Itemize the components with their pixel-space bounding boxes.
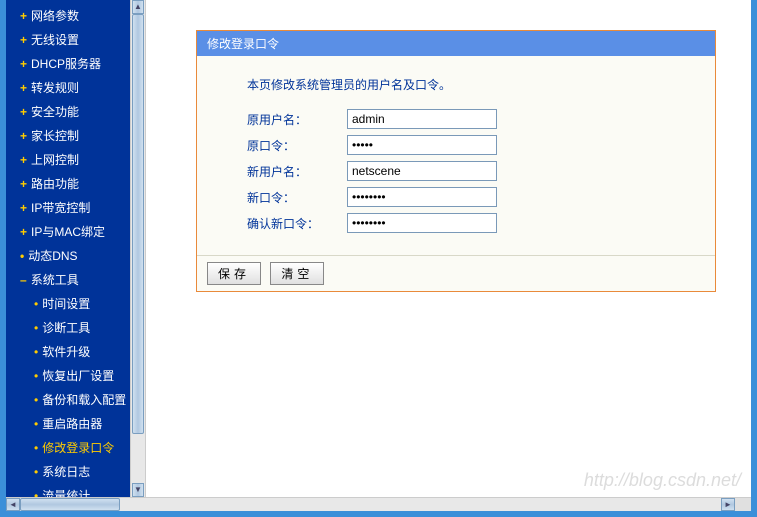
dot-icon: • bbox=[34, 393, 38, 407]
plus-icon: + bbox=[20, 33, 27, 47]
sub-time[interactable]: •时间设置 bbox=[6, 292, 146, 316]
row-old-user: 原用户名： bbox=[227, 109, 685, 129]
scroll-right-icon[interactable]: ► bbox=[721, 498, 735, 511]
hscroll-thumb[interactable] bbox=[20, 498, 120, 511]
menu-ip-mac[interactable]: +IP与MAC绑定 bbox=[6, 220, 146, 244]
dot-icon: • bbox=[34, 321, 38, 335]
panel-footer: 保存 清空 bbox=[197, 255, 715, 291]
sidebar-scrollbar[interactable]: ▲ ▼ bbox=[130, 0, 146, 497]
dot-icon: • bbox=[34, 345, 38, 359]
plus-icon: + bbox=[20, 201, 27, 215]
row-new-user: 新用户名： bbox=[227, 161, 685, 181]
plus-icon: + bbox=[20, 129, 27, 143]
sub-factory-reset[interactable]: •恢复出厂设置 bbox=[6, 364, 146, 388]
plus-icon: + bbox=[20, 105, 27, 119]
dot-icon: • bbox=[34, 441, 38, 455]
menu-wireless[interactable]: +无线设置 bbox=[6, 28, 146, 52]
menu-bandwidth[interactable]: +IP带宽控制 bbox=[6, 196, 146, 220]
sub-syslog[interactable]: •系统日志 bbox=[6, 460, 146, 484]
menu-parental[interactable]: +家长控制 bbox=[6, 124, 146, 148]
plus-icon: + bbox=[20, 57, 27, 71]
dot-icon: • bbox=[34, 465, 38, 479]
clear-button[interactable]: 清空 bbox=[270, 262, 324, 285]
menu-security[interactable]: +安全功能 bbox=[6, 100, 146, 124]
label-new-user: 新用户名： bbox=[247, 163, 347, 180]
sub-reboot[interactable]: •重启路由器 bbox=[6, 412, 146, 436]
row-confirm-pass: 确认新口令： bbox=[227, 213, 685, 233]
menu-system-tools[interactable]: –系统工具 bbox=[6, 268, 146, 292]
panel-body: 本页修改系统管理员的用户名及口令。 原用户名： 原口令： 新用户名： 新口令： bbox=[197, 56, 715, 255]
menu-network-params[interactable]: +网络参数 bbox=[6, 4, 146, 28]
input-new-user[interactable] bbox=[347, 161, 497, 181]
panel-title: 修改登录口令 bbox=[197, 31, 715, 56]
watermark: http://blog.csdn.net/ bbox=[584, 470, 741, 491]
password-panel: 修改登录口令 本页修改系统管理员的用户名及口令。 原用户名： 原口令： 新用户名… bbox=[196, 30, 716, 292]
menu-ddns[interactable]: •动态DNS bbox=[6, 244, 146, 268]
scroll-down-icon[interactable]: ▼ bbox=[132, 483, 144, 497]
dot-icon: • bbox=[34, 297, 38, 311]
input-old-user[interactable] bbox=[347, 109, 497, 129]
menu-forward[interactable]: +转发规则 bbox=[6, 76, 146, 100]
sub-backup-restore[interactable]: •备份和载入配置 bbox=[6, 388, 146, 412]
row-old-pass: 原口令： bbox=[227, 135, 685, 155]
dot-icon: • bbox=[34, 417, 38, 431]
input-confirm-pass[interactable] bbox=[347, 213, 497, 233]
input-new-pass[interactable] bbox=[347, 187, 497, 207]
sub-upgrade[interactable]: •软件升级 bbox=[6, 340, 146, 364]
save-button[interactable]: 保存 bbox=[207, 262, 261, 285]
scroll-thumb[interactable] bbox=[132, 14, 144, 434]
scroll-up-icon[interactable]: ▲ bbox=[132, 0, 144, 14]
row-new-pass: 新口令： bbox=[227, 187, 685, 207]
menu-access-control[interactable]: +上网控制 bbox=[6, 148, 146, 172]
label-old-user: 原用户名： bbox=[247, 111, 347, 128]
plus-icon: + bbox=[20, 153, 27, 167]
plus-icon: + bbox=[20, 81, 27, 95]
menu-routing[interactable]: +路由功能 bbox=[6, 172, 146, 196]
label-confirm-pass: 确认新口令： bbox=[247, 215, 347, 232]
label-old-pass: 原口令： bbox=[247, 137, 347, 154]
input-old-pass[interactable] bbox=[347, 135, 497, 155]
dot-icon: • bbox=[34, 369, 38, 383]
sub-diagnostics[interactable]: •诊断工具 bbox=[6, 316, 146, 340]
scroll-corner bbox=[735, 498, 751, 511]
sub-change-password[interactable]: •修改登录口令 bbox=[6, 436, 146, 460]
sidebar: +网络参数 +无线设置 +DHCP服务器 +转发规则 +安全功能 +家长控制 +… bbox=[6, 0, 146, 511]
plus-icon: + bbox=[20, 225, 27, 239]
menu-dhcp[interactable]: +DHCP服务器 bbox=[6, 52, 146, 76]
horizontal-scrollbar[interactable]: ◄ ► bbox=[6, 497, 751, 511]
scroll-left-icon[interactable]: ◄ bbox=[6, 498, 20, 511]
minus-icon: – bbox=[20, 273, 27, 287]
plus-icon: + bbox=[20, 9, 27, 23]
dot-icon: • bbox=[20, 249, 24, 263]
plus-icon: + bbox=[20, 177, 27, 191]
panel-description: 本页修改系统管理员的用户名及口令。 bbox=[227, 76, 685, 93]
label-new-pass: 新口令： bbox=[247, 189, 347, 206]
app-window: +网络参数 +无线设置 +DHCP服务器 +转发规则 +安全功能 +家长控制 +… bbox=[0, 0, 757, 517]
content-area: ▲ ▼ 修改登录口令 本页修改系统管理员的用户名及口令。 原用户名： 原口令： … bbox=[146, 0, 751, 511]
